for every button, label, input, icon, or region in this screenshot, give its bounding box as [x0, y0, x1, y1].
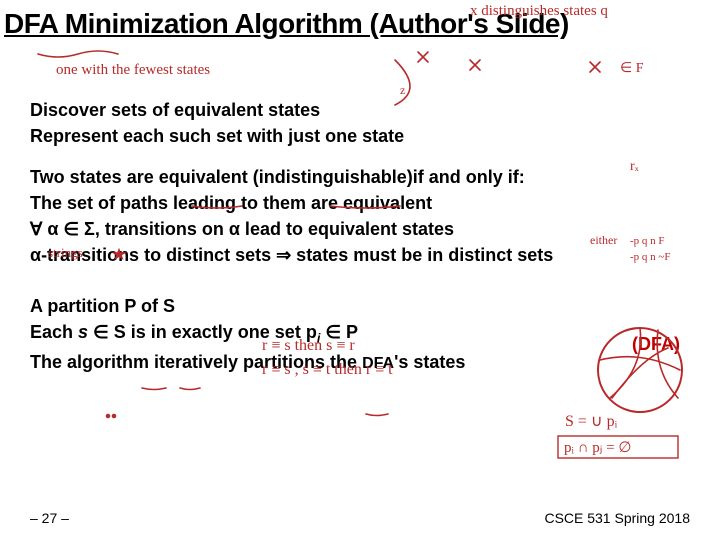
slide: DFA Minimization Algorithm (Author's Sli… [0, 0, 720, 540]
txt: 's states [394, 352, 465, 372]
footer: – 27 – CSCE 531 Spring 2018 [30, 510, 690, 526]
txt: Each [30, 322, 78, 342]
s-var: s [78, 322, 88, 342]
line-each-s: Each s ∈ S is in exactly one set pi ∈ P [30, 320, 670, 348]
slide-body: Discover sets of equivalent states Repre… [30, 98, 670, 390]
page-number: – 27 – [30, 510, 69, 526]
txt: The algorithm iteratively partitions the [30, 352, 362, 372]
block-discover: Discover sets of equivalent states Repre… [30, 98, 670, 149]
txt: ∈ S is in exactly one set p [88, 322, 317, 342]
ink-top2: one with the fewest states [56, 62, 210, 78]
line-equiv-iff: Two states are equivalent (indistinguish… [30, 165, 670, 189]
ink-union: S = ∪ pᵢ [565, 413, 618, 430]
dfa-small: DFA [362, 355, 394, 372]
slide-title: DFA Minimization Algorithm (Author's Sli… [0, 8, 720, 40]
ink-inter: pᵢ ∩ pⱼ = ∅ [564, 440, 631, 456]
line-paths: The set of paths leading to them are equ… [30, 191, 670, 215]
ink-ef: ∈ F [620, 61, 644, 76]
dfa-label: (DFA) [632, 332, 680, 356]
line-iterative: The algorithm iteratively partitions the… [30, 350, 670, 375]
txt: ∈ P [320, 322, 358, 342]
line-forall: ∀ α ∈ Σ, transitions on α lead to equiva… [30, 217, 670, 241]
course-label: CSCE 531 Spring 2018 [544, 510, 690, 526]
line-distinct: α-transitions to distinct sets ⇒ states … [30, 243, 670, 267]
line-represent: Represent each such set with just one st… [30, 124, 670, 148]
ink-z: z [400, 83, 405, 97]
line-partition: A partition P of S [30, 294, 670, 318]
block-equiv: Two states are equivalent (indistinguish… [30, 165, 670, 268]
line-discover: Discover sets of equivalent states [30, 98, 670, 122]
block-partition: A partition P of S Each s ∈ S is in exac… [30, 294, 670, 374]
